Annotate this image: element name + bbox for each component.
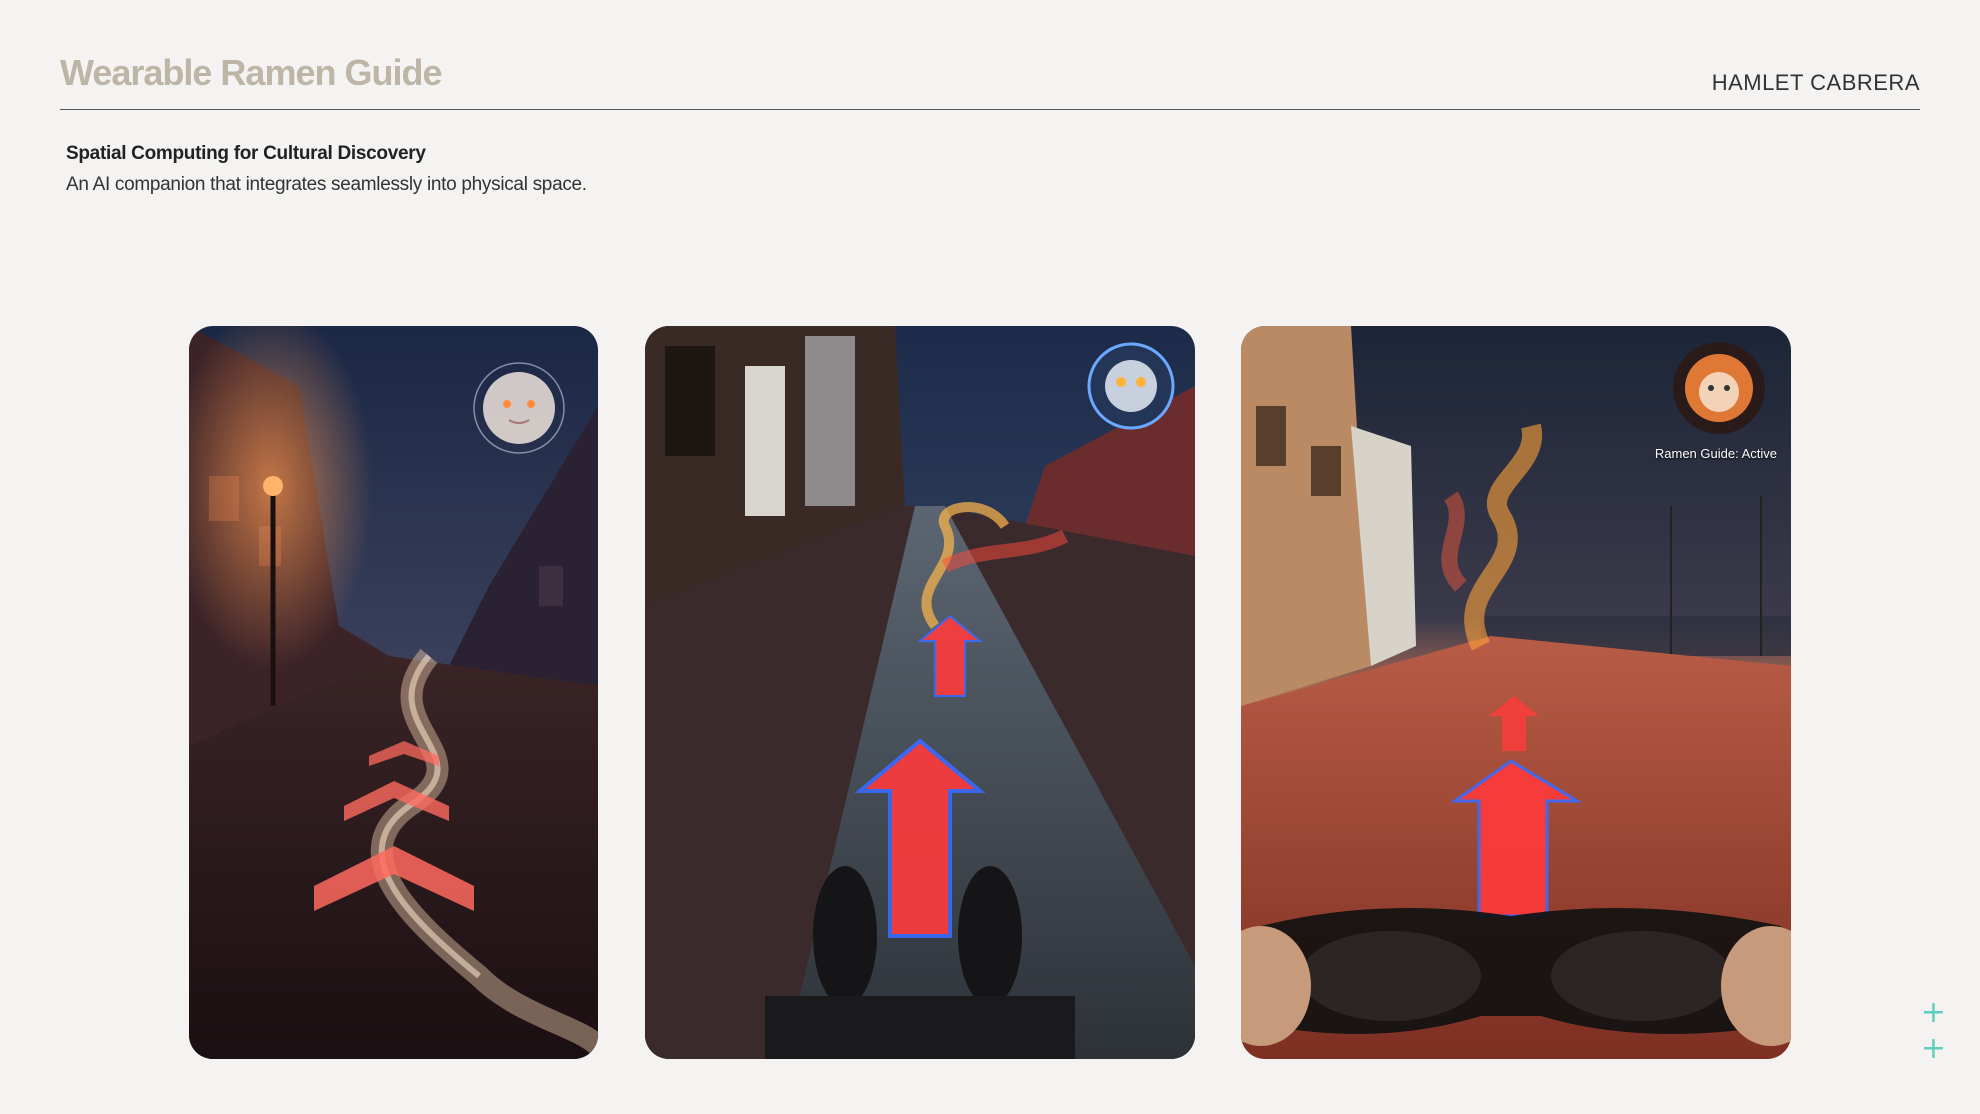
right-foot bbox=[958, 866, 1022, 1006]
scene-panel-sidewalk bbox=[645, 326, 1195, 1059]
glowing-spirit-avatar-icon bbox=[1087, 342, 1175, 430]
section-description: An AI companion that integrates seamless… bbox=[66, 174, 587, 195]
status-label: Ramen Guide: Active bbox=[1654, 446, 1777, 461]
author-name: HAMLET CABRERA bbox=[1711, 70, 1920, 95]
header-divider bbox=[60, 109, 1920, 110]
page-title: Wearable Ramen Guide bbox=[60, 52, 442, 93]
plus-icon[interactable]: + bbox=[1921, 1034, 1946, 1064]
plus-icon[interactable]: + bbox=[1921, 998, 1946, 1028]
sidewalk-illustration bbox=[645, 326, 1195, 1059]
scene-panel-street-night bbox=[189, 326, 598, 1059]
waterfront-illustration bbox=[1241, 326, 1791, 1059]
smart-glasses-icon bbox=[1261, 908, 1781, 1034]
street-night-illustration bbox=[189, 326, 598, 1059]
section-subtitle: Spatial Computing for Cultural Discovery bbox=[66, 143, 426, 164]
left-foot bbox=[813, 866, 877, 1006]
scene-panel-waterfront: Ramen Guide: Active bbox=[1241, 326, 1791, 1059]
smoke-spirit-avatar-icon bbox=[473, 362, 565, 454]
fire-spirit-avatar-icon bbox=[1673, 342, 1765, 434]
